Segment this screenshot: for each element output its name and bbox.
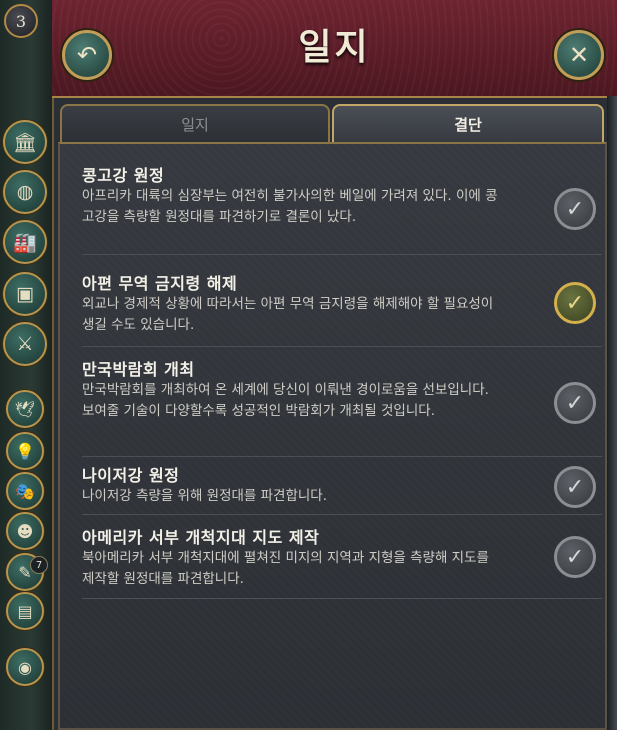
- close-icon: ✕: [568, 41, 590, 69]
- tab-journal[interactable]: 일지: [60, 104, 330, 142]
- decision-check-button[interactable]: ✓: [554, 382, 596, 424]
- journal-count-badge: 7: [30, 556, 48, 574]
- decision-description: 만국박람회를 개최하여 온 세계에 당신이 이뤄낸 경이로움을 선보입니다. 보…: [82, 382, 489, 419]
- tab-decisions[interactable]: 결단: [332, 104, 604, 142]
- tab-bar: 일지 결단: [60, 104, 605, 144]
- checkmark-icon: ✓: [565, 196, 585, 222]
- decision-description: 아프리카 대륙의 심장부는 여전히 불가사의한 베일에 가려져 있다. 이에 콩…: [82, 188, 498, 225]
- population-icon[interactable]: ☻: [6, 512, 44, 550]
- decision-check-button[interactable]: ✓: [554, 188, 596, 230]
- sidebar: 3 🏛 ◍ 🏭 ▣ ⚔ 🕊 💡 🎭 ☻ ✎ 7 ▤ ◉: [0, 0, 54, 730]
- map-edge: [607, 96, 617, 730]
- government-icon[interactable]: 🏛: [3, 120, 47, 164]
- decision-list: 콩고강 원정 아프리카 대륙의 심장부는 여전히 불가사의한 베일에 가려져 있…: [58, 142, 607, 730]
- decision-description: 나이저강 측량을 위해 원정대를 파견합니다.: [82, 488, 328, 504]
- panel-header: ↶ 일지 ✕: [52, 0, 617, 98]
- documents-icon[interactable]: ▤: [6, 592, 44, 630]
- decision-item[interactable]: 콩고강 원정 아프리카 대륙의 심장부는 여전히 불가사의한 베일에 가려져 있…: [82, 166, 602, 255]
- technology-icon[interactable]: 💡: [6, 432, 44, 470]
- level-badge: 3: [4, 4, 38, 38]
- decision-description: 외교나 경제적 상황에 따라서는 아편 무역 금지령을 해제해야 할 필요성이 …: [82, 296, 494, 333]
- decision-item[interactable]: 나이저강 원정 나이저강 측량을 위해 원정대를 파견합니다. ✓: [82, 466, 602, 515]
- trade-icon[interactable]: ▣: [3, 272, 47, 316]
- decision-check-button[interactable]: ✓: [554, 536, 596, 578]
- decision-item[interactable]: 아편 무역 금지령 해제 외교나 경제적 상황에 따라서는 아편 무역 금지령을…: [82, 274, 602, 347]
- decision-title: 아메리카 서부 개척지대 지도 제작: [82, 528, 320, 547]
- world-icon[interactable]: ◉: [6, 648, 44, 686]
- checkmark-icon: ✓: [565, 544, 585, 570]
- decision-title: 만국박람회 개최: [82, 360, 195, 379]
- military-icon[interactable]: ⚔: [3, 322, 47, 366]
- decision-item[interactable]: 만국박람회 개최 만국박람회를 개최하여 온 세계에 당신이 이뤄낸 경이로움을…: [82, 360, 602, 457]
- decision-description: 북아메리카 서부 개척지대에 펼쳐진 미지의 지역과 지형을 측량해 지도를 제…: [82, 550, 489, 587]
- decision-title: 아편 무역 금지령 해제: [82, 274, 238, 293]
- decision-check-button[interactable]: ✓: [554, 466, 596, 508]
- checkmark-icon: ✓: [565, 290, 585, 316]
- decision-check-button-active[interactable]: ✓: [554, 282, 596, 324]
- industry-icon[interactable]: 🏭: [3, 220, 47, 264]
- page-title: 일지: [298, 27, 371, 68]
- treasury-icon[interactable]: ◍: [3, 170, 47, 214]
- decision-title: 나이저강 원정: [82, 466, 180, 485]
- decision-item[interactable]: 아메리카 서부 개척지대 지도 제작 북아메리카 서부 개척지대에 펼쳐진 미지…: [82, 528, 602, 599]
- checkmark-icon: ✓: [565, 390, 585, 416]
- culture-icon[interactable]: 🎭: [6, 472, 44, 510]
- close-button[interactable]: ✕: [554, 30, 604, 80]
- checkmark-icon: ✓: [565, 474, 585, 500]
- decision-title: 콩고강 원정: [82, 166, 165, 185]
- diplomacy-icon[interactable]: 🕊: [6, 390, 44, 428]
